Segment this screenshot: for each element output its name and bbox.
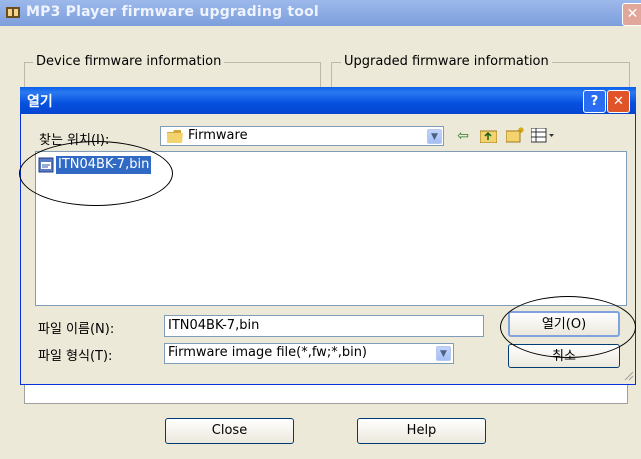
filetype-label: 파일 형식(T): bbox=[38, 349, 113, 364]
chevron-down-icon[interactable]: ▼ bbox=[427, 129, 442, 144]
resize-grip-icon[interactable] bbox=[622, 369, 634, 381]
filetype-combo[interactable]: Firmware image file(*,fw;*,bin) ▼ bbox=[164, 343, 454, 364]
view-menu-icon[interactable] bbox=[531, 128, 555, 143]
outer-close-button[interactable]: ✕ bbox=[622, 3, 641, 26]
outer-window-title: MP3 Player firmware upgrading tool bbox=[26, 4, 319, 20]
status-field bbox=[24, 382, 628, 404]
dialog-help-button[interactable]: ? bbox=[583, 90, 606, 113]
new-folder-icon[interactable] bbox=[506, 126, 525, 143]
annotation-oval-file bbox=[19, 141, 173, 206]
app-logo-icon bbox=[6, 7, 20, 18]
open-dialog-title: 열기 bbox=[27, 94, 53, 110]
open-dialog-title-bar[interactable] bbox=[20, 87, 636, 114]
up-folder-icon[interactable] bbox=[480, 128, 497, 143]
upgraded-firmware-group-label: Upgraded firmware information bbox=[341, 54, 552, 69]
device-firmware-group-label: Device firmware information bbox=[33, 54, 225, 69]
filename-input[interactable]: ITN04BK-7,bin bbox=[164, 315, 484, 337]
look-in-value: Firmware bbox=[188, 128, 248, 143]
look-in-combo[interactable]: Firmware ▼ bbox=[160, 126, 444, 146]
filetype-value: Firmware image file(*,fw;*,bin) bbox=[168, 345, 368, 360]
dialog-close-button[interactable]: ✕ bbox=[607, 90, 630, 113]
close-button[interactable]: Close bbox=[165, 418, 294, 444]
folder-icon bbox=[167, 130, 183, 143]
chevron-down-icon[interactable]: ▼ bbox=[436, 346, 451, 361]
filename-label: 파일 이름(N): bbox=[38, 322, 115, 337]
back-arrow-icon[interactable]: ⇦ bbox=[455, 128, 471, 144]
annotation-oval-open bbox=[500, 296, 636, 358]
help-button[interactable]: Help bbox=[357, 418, 486, 444]
